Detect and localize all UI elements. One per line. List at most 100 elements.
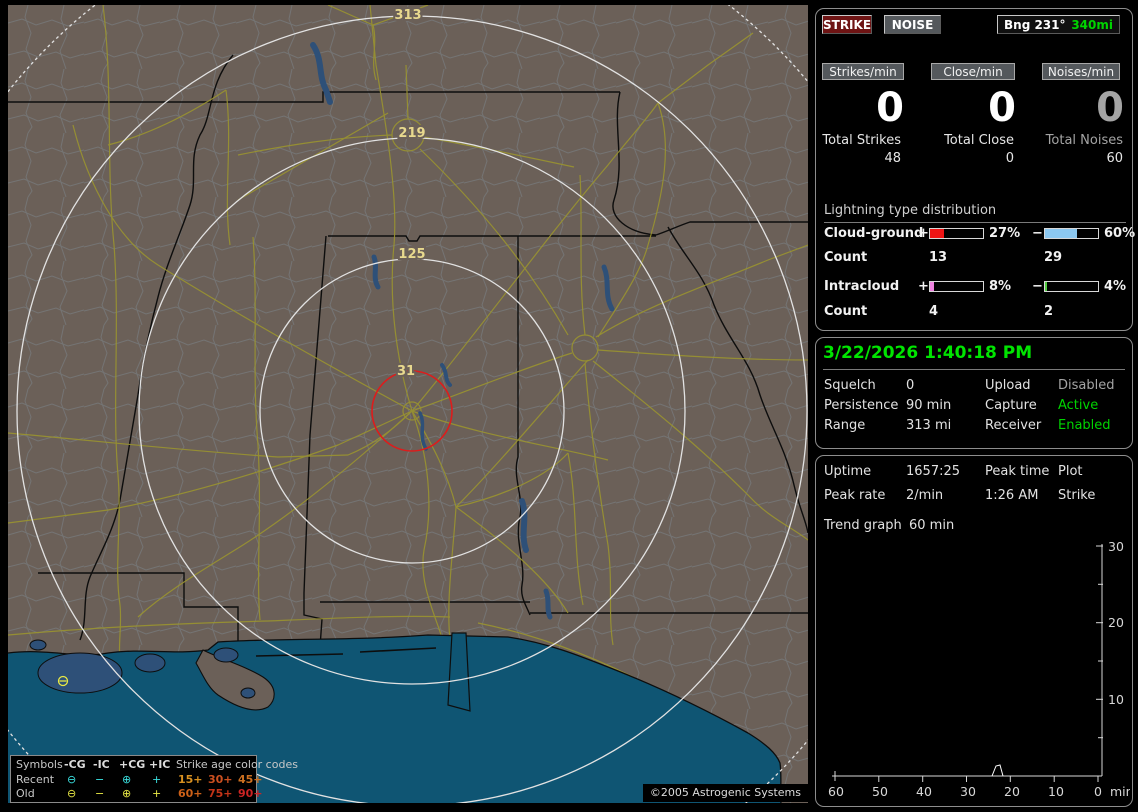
range-value: 313 mi — [906, 418, 952, 433]
x-tick-20: 20 — [1004, 784, 1020, 799]
total-noises-label: Total Noises — [1045, 133, 1123, 148]
total-close-value: 0 — [1005, 151, 1014, 166]
recent-pcg-icon: ⊕ — [122, 773, 132, 786]
bearing-label: Bng 231° — [1004, 17, 1066, 32]
trend-window-value: 60 min — [909, 518, 955, 533]
cg-positive-bar — [929, 228, 984, 239]
upload-label: Upload — [985, 378, 1031, 393]
old-nic-icon: − — [95, 787, 105, 800]
y-tick-20: 20 — [1108, 615, 1124, 630]
legend-symbols-header: Symbols — [16, 758, 63, 771]
counters-panel: STRIKE NOISE Bng 231° 340mi Strikes/min … — [815, 8, 1136, 331]
age-45: 45+ — [238, 773, 263, 786]
ring-label-31: 31 — [397, 364, 415, 379]
x-unit-label: min — [1110, 784, 1130, 799]
intracloud-label: Intracloud — [824, 279, 900, 294]
age-90: 90+ — [238, 787, 263, 800]
x-tick-60: 60 — [828, 784, 844, 799]
plot-label: Plot — [1058, 464, 1083, 479]
strikes-per-min-label[interactable]: Strikes/min — [822, 63, 904, 80]
peak-rate-value: 2/min — [906, 488, 944, 503]
age-30: 30+ — [208, 773, 233, 786]
map-canvas: 313 219 125 31 — [8, 5, 808, 803]
peak-time-label: Peak time — [985, 464, 1050, 479]
trend-graph-label: Trend graph — [824, 518, 902, 533]
datetime-display: 3/22/2026 1:40:18 PM — [823, 343, 1125, 370]
bearing-readout: Bng 231° 340mi — [997, 15, 1120, 34]
status-panel: 3/22/2026 1:40:18 PM Squelch 0 Upload Di… — [815, 337, 1133, 449]
intracloud-count-row: Count 4 2 — [816, 304, 1132, 320]
upload-value: Disabled — [1058, 378, 1115, 393]
old-ncg-icon: ⊖ — [67, 787, 77, 800]
uptime-label: Uptime — [824, 464, 872, 479]
minus-sign: − — [1032, 226, 1043, 241]
ic-negative-bar — [1044, 281, 1099, 292]
cg-positive-count: 13 — [929, 250, 948, 265]
trend-peak — [991, 764, 1004, 777]
strike-map[interactable]: 313 219 125 31 Symbols -CG -IC +CG +IC S… — [8, 5, 808, 803]
legend-header-ncg: -CG — [64, 758, 86, 771]
total-noises-value: 60 — [1106, 151, 1123, 166]
legend-header-pcg: +CG — [119, 758, 146, 771]
copyright-label: ©2005 Astrogenic Systems — [642, 784, 808, 802]
capture-label: Capture — [985, 398, 1037, 413]
plus-sign: + — [918, 279, 929, 294]
x-tick-30: 30 — [960, 784, 976, 799]
noises-rate-value: 0 — [1096, 85, 1124, 131]
receiver-label: Receiver — [985, 418, 1042, 433]
total-close-label: Total Close — [944, 133, 1014, 148]
old-pic-icon: + — [152, 787, 162, 800]
close-rate-value: 0 — [988, 85, 1016, 131]
age-60: 60+ — [178, 787, 203, 800]
strikes-rate-value: 0 — [876, 85, 904, 131]
cloud-ground-label: Cloud-ground — [824, 226, 924, 241]
recent-nic-icon: − — [95, 773, 105, 786]
legend-header-pic: +IC — [149, 758, 171, 771]
plot-mode-value: Strike — [1058, 488, 1096, 503]
bearing-range: 340mi — [1071, 17, 1113, 32]
trend-panel: Uptime 1657:25 Peak time Plot Peak rate … — [815, 455, 1133, 807]
ring-label-125: 125 — [398, 247, 425, 262]
receiver-value: Enabled — [1058, 418, 1111, 433]
cg-negative-bar — [1044, 228, 1099, 239]
uptime-value: 1657:25 — [906, 464, 961, 479]
noises-per-min-label[interactable]: Noises/min — [1042, 63, 1120, 80]
recent-ncg-icon: ⊖ — [67, 773, 77, 786]
ring-label-313: 313 — [394, 8, 421, 23]
capture-value: Active — [1058, 398, 1099, 413]
close-per-min-label[interactable]: Close/min — [931, 63, 1015, 80]
peak-time-value: 1:26 AM — [985, 488, 1039, 503]
old-pcg-icon: ⊕ — [122, 787, 132, 800]
x-tick-0: 0 — [1094, 784, 1102, 799]
plus-sign: + — [918, 226, 929, 241]
age-75: 75+ — [208, 787, 233, 800]
legend-age-header: Strike age color codes — [176, 758, 298, 771]
ic-negative-count: 2 — [1044, 304, 1054, 319]
trend-graph: 30 20 10 60 50 40 30 20 10 0 min — [828, 539, 1130, 799]
distribution-title: Lightning type distribution — [824, 203, 1126, 223]
ic-positive-pct: 8% — [989, 279, 1012, 294]
intracloud-row: Intracloud + 8% − 4% — [816, 279, 1132, 295]
cg-negative-pct: 60% — [1104, 226, 1136, 241]
total-strikes-value: 48 — [884, 151, 901, 166]
cg-positive-pct: 27% — [989, 226, 1021, 241]
range-label: Range — [824, 418, 866, 433]
persistence-value: 90 min — [906, 398, 952, 413]
noise-toggle-button[interactable]: NOISE — [884, 15, 941, 34]
count-label: Count — [824, 250, 868, 265]
legend-header-nic: -IC — [93, 758, 110, 771]
age-15: 15+ — [178, 773, 203, 786]
squelch-label: Squelch — [824, 378, 876, 393]
map-legend: Symbols -CG -IC +CG +IC Strike age color… — [10, 755, 298, 803]
ic-negative-pct: 4% — [1104, 279, 1127, 294]
x-tick-50: 50 — [872, 784, 888, 799]
total-strikes-label: Total Strikes — [822, 133, 901, 148]
persistence-label: Persistence — [824, 398, 899, 413]
ic-positive-count: 4 — [929, 304, 939, 319]
count-label: Count — [824, 304, 868, 319]
strike-toggle-button[interactable]: STRIKE — [822, 15, 872, 34]
cg-negative-count: 29 — [1044, 250, 1063, 265]
app-window: 313 219 125 31 Symbols -CG -IC +CG +IC S… — [0, 0, 1138, 812]
x-tick-40: 40 — [916, 784, 932, 799]
legend-recent-label: Recent — [16, 773, 55, 786]
